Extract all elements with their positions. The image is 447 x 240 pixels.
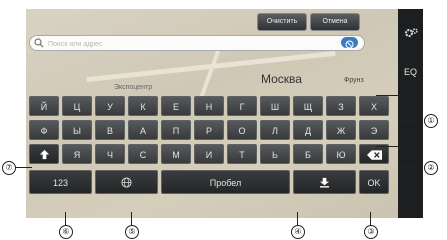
search-input[interactable]	[46, 37, 320, 51]
shift-key[interactable]	[29, 144, 59, 164]
settings-button[interactable]	[398, 27, 423, 41]
key[interactable]: К	[128, 96, 158, 116]
callout-4: ④	[291, 225, 305, 239]
callout-6: ⑥	[59, 225, 73, 239]
space-key[interactable]: Пробел	[161, 170, 290, 194]
key[interactable]: П	[161, 120, 191, 140]
key[interactable]: Я	[62, 144, 92, 164]
language-key[interactable]	[95, 170, 158, 194]
keyboard: Й Ц У К Е Н Г Ш Щ З Х Ф Ы В А П Р О Л Д …	[28, 95, 394, 211]
callout-1: ①	[424, 114, 438, 128]
callout-2: ②	[424, 161, 438, 175]
callout-line	[15, 167, 32, 168]
clear-text-icon[interactable]	[341, 37, 358, 49]
key[interactable]: Ц	[62, 96, 92, 116]
key[interactable]: Щ	[293, 96, 323, 116]
eq-button[interactable]: EQ	[398, 67, 423, 77]
numbers-key[interactable]: 123	[29, 170, 92, 194]
callout-5: ⑤	[125, 225, 139, 239]
map-label-right: Фрунз	[344, 77, 364, 84]
key[interactable]: В	[95, 120, 125, 140]
key[interactable]: Й	[29, 96, 59, 116]
key[interactable]: О	[227, 120, 257, 140]
globe-icon	[121, 177, 132, 188]
callout-line	[131, 212, 132, 225]
map-city-label: Москва	[261, 72, 302, 86]
callout-3: ③	[364, 225, 378, 239]
key[interactable]: З	[326, 96, 356, 116]
key[interactable]: Ю	[326, 144, 356, 164]
callout-line	[400, 167, 423, 168]
key[interactable]: Ш	[260, 96, 290, 116]
search-icon	[34, 38, 44, 48]
key[interactable]: С	[128, 144, 158, 164]
key[interactable]: Е	[161, 96, 191, 116]
callout-line	[65, 212, 66, 225]
ok-key[interactable]: OK	[359, 170, 389, 194]
gear-icon	[404, 28, 418, 37]
callout-line	[398, 120, 423, 121]
download-key[interactable]	[293, 170, 356, 194]
key[interactable]: И	[194, 144, 224, 164]
backspace-icon	[366, 150, 382, 160]
key[interactable]: А	[128, 120, 158, 140]
shift-arrow-icon	[39, 149, 49, 160]
backspace-key[interactable]	[359, 144, 389, 164]
key[interactable]: Ч	[95, 144, 125, 164]
key[interactable]: Т	[227, 144, 257, 164]
callout-line	[297, 212, 298, 225]
callout-line	[370, 212, 371, 225]
callout-7: ⑦	[2, 161, 16, 175]
key[interactable]: Ж	[326, 120, 356, 140]
search-bar[interactable]	[29, 35, 365, 51]
key[interactable]: Ь	[260, 144, 290, 164]
map-label-left: Экспоцентр	[114, 84, 153, 91]
rows-bracket	[376, 95, 399, 147]
clear-button[interactable]: Очистить	[257, 13, 307, 31]
key[interactable]: Р	[194, 120, 224, 140]
key[interactable]: Б	[293, 144, 323, 164]
key[interactable]: Ы	[62, 120, 92, 140]
key[interactable]: Г	[227, 96, 257, 116]
device-screen: Экспоцентр Москва Фрунз Очистить Отмена …	[26, 9, 423, 218]
key[interactable]: Ф	[29, 120, 59, 140]
key[interactable]: Д	[293, 120, 323, 140]
key[interactable]: М	[161, 144, 191, 164]
download-icon	[319, 177, 330, 188]
key[interactable]: У	[95, 96, 125, 116]
sidebar: EQ	[398, 9, 423, 218]
key[interactable]: Н	[194, 96, 224, 116]
cancel-button[interactable]: Отмена	[310, 13, 360, 31]
key[interactable]: Л	[260, 120, 290, 140]
